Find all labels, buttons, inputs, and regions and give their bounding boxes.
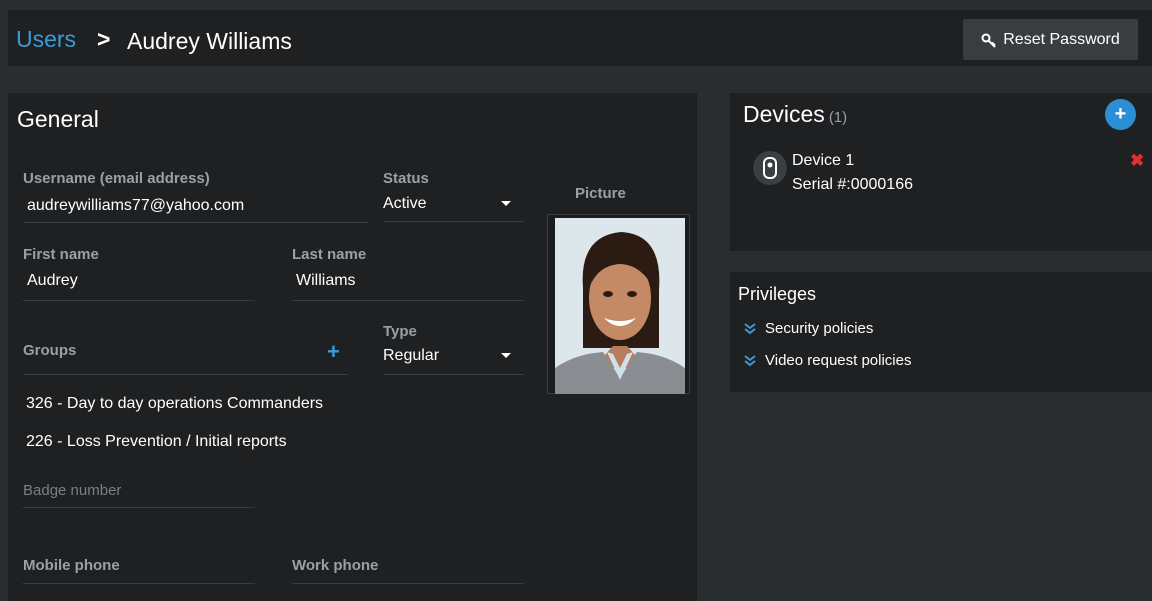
- privilege-label: Video request policies: [765, 352, 912, 369]
- badge-number-underline: [23, 507, 255, 508]
- reset-password-label: Reset Password: [1003, 30, 1120, 48]
- double-chevron-down-icon: [744, 354, 756, 366]
- privilege-security-policies[interactable]: Security policies: [744, 320, 873, 337]
- type-label: Type: [383, 323, 417, 340]
- reset-password-button[interactable]: Reset Password: [963, 19, 1138, 60]
- breadcrumb-users-link[interactable]: Users: [16, 26, 76, 53]
- add-device-button[interactable]: +: [1105, 99, 1136, 130]
- mobile-phone-field[interactable]: [23, 583, 255, 584]
- page-title: Audrey Williams: [127, 28, 292, 54]
- privileges-heading: Privileges: [738, 284, 817, 304]
- last-name-label: Last name: [292, 246, 367, 263]
- groups-underline: [23, 374, 348, 375]
- devices-count: (1): [828, 109, 848, 126]
- last-name-field[interactable]: Williams: [296, 272, 356, 290]
- key-icon: [981, 33, 996, 48]
- remove-device-close-icon[interactable]: ✖: [1130, 151, 1144, 171]
- devices-heading-label: Devices: [743, 101, 825, 127]
- status-chevron-down-icon[interactable]: [501, 201, 511, 206]
- badge-number-input[interactable]: Badge number: [23, 482, 121, 499]
- group-item: 226 - Loss Prevention / Initial reports: [26, 433, 287, 450]
- group-item: 326 - Day to day operations Commanders: [26, 395, 324, 412]
- work-phone-label: Work phone: [292, 557, 379, 574]
- breadcrumb-separator: >: [97, 26, 111, 52]
- status-label: Status: [383, 170, 429, 187]
- general-heading: General: [17, 106, 99, 132]
- groups-label: Groups: [23, 342, 77, 359]
- body-camera-icon: [753, 151, 787, 185]
- first-name-underline: [23, 300, 255, 301]
- devices-panel: Devices (1) + Device 1 Serial #:0000166 ✖: [730, 93, 1152, 251]
- picture-frame[interactable]: [547, 214, 690, 394]
- header-bar: Users > Audrey Williams Reset Password: [8, 10, 1152, 66]
- work-phone-field[interactable]: [292, 583, 524, 584]
- device-serial: Serial #:0000166: [792, 176, 913, 193]
- last-name-underline: [292, 300, 524, 301]
- general-panel: General Username (email address) audreyw…: [8, 93, 697, 601]
- user-photo: [555, 218, 685, 394]
- username-label: Username (email address): [23, 170, 210, 187]
- double-chevron-down-icon: [744, 322, 756, 334]
- privileges-panel: Privileges Security policies Video reque…: [730, 272, 1152, 392]
- type-chevron-down-icon[interactable]: [501, 353, 511, 358]
- type-underline: [383, 374, 524, 375]
- status-underline: [383, 221, 524, 222]
- username-field[interactable]: audreywilliams77@yahoo.com: [27, 197, 244, 215]
- devices-heading: Devices (1): [743, 101, 847, 128]
- mobile-phone-label: Mobile phone: [23, 557, 120, 574]
- type-select[interactable]: Regular: [383, 347, 439, 365]
- privilege-label: Security policies: [765, 320, 874, 337]
- device-name[interactable]: Device 1: [792, 152, 854, 170]
- username-underline: [23, 222, 368, 223]
- privilege-video-request-policies[interactable]: Video request policies: [744, 352, 911, 369]
- add-group-plus-icon[interactable]: +: [327, 341, 340, 363]
- picture-label: Picture: [575, 185, 626, 202]
- status-select[interactable]: Active: [383, 195, 427, 213]
- first-name-field[interactable]: Audrey: [27, 272, 78, 290]
- first-name-label: First name: [23, 246, 99, 263]
